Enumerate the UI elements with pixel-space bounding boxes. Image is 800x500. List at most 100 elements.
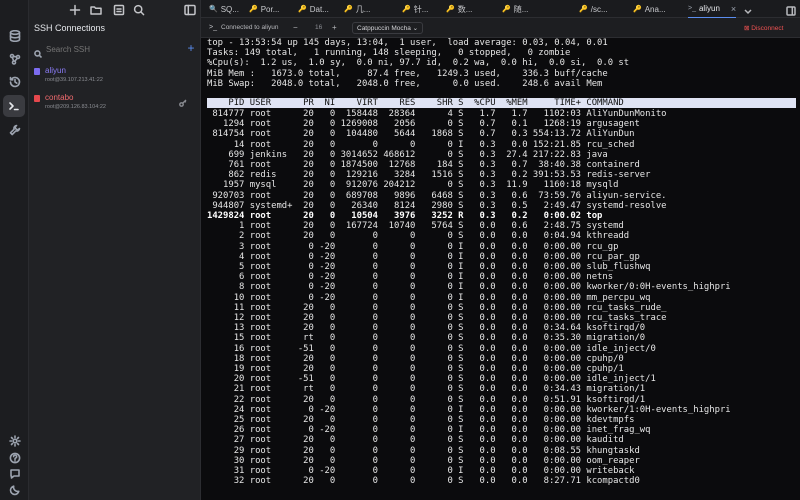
process-row: 5 root 0 -20 0 0 0 I 0.0 0.0 0:00.00 slu…	[207, 262, 651, 272]
top-swap-line: MiB Swap: 2048.0 total, 2048.0 free, 0.0…	[207, 78, 603, 89]
process-row: 1957 mysql 20 0 912076 204212 0 S 0.3 11…	[207, 180, 619, 191]
process-row: 6 root 0 -20 0 0 0 I 0.0 0.0 0:00.00 net…	[207, 272, 614, 283]
activity-rail	[0, 0, 29, 500]
new-icon[interactable]	[69, 3, 81, 16]
process-row: 14 root 20 0 0 0 0 I 0.3 0.0 152:21.85 r…	[207, 139, 635, 150]
key-icon: 🔑	[579, 6, 588, 13]
theme-icon[interactable]	[7, 482, 22, 497]
tab-bar: 🔍 SQ... 🔑 Por... 🔑 Dat... 🔑 几... 🔑 针... 🔑 数...…	[201, 0, 800, 18]
process-row: 31 root 0 -20 0 0 0 I 0.0 0.0 0:00.00 wr…	[207, 466, 635, 476]
font-decrease-button[interactable]: −	[293, 23, 298, 32]
chevron-down-icon[interactable]	[743, 3, 753, 15]
key-icon: 🔑	[446, 6, 455, 13]
tab-aliyun[interactable]: >_ aliyun ×	[688, 0, 736, 18]
terminal-output[interactable]: top - 13:53:54 up 145 days, 13:04, 1 use…	[201, 38, 800, 500]
key-icon: 🔑	[298, 6, 307, 13]
process-row: 13 root 20 0 0 0 0 S 0.0 0.0 0:34.64 kso…	[207, 323, 646, 334]
process-row: 3 root 0 -20 0 0 0 I 0.0 0.0 0:00.00 rcu…	[207, 241, 619, 252]
process-row: 944807 systemd+ 20 0 26340 8124 2980 S 0…	[207, 200, 667, 211]
tab-4[interactable]: 🔑 针...	[402, 0, 450, 18]
connection-name: contabo	[45, 93, 74, 102]
process-row: 18 root 20 0 0 0 0 S 0.0 0.0 0:00.00 cpu…	[207, 353, 624, 364]
process-row: 862 redis 20 0 129216 3284 1516 S 0.3 0.…	[207, 170, 651, 181]
server-icon	[34, 68, 40, 75]
history-icon[interactable]	[7, 74, 22, 89]
connection-address: root@39.107.213.41:22	[45, 77, 103, 83]
key-icon: 🔑	[633, 6, 642, 13]
process-row: 29 root 20 0 0 0 0 S 0.0 0.0 0:08.55 khu…	[207, 445, 640, 456]
network-icon[interactable]	[7, 51, 22, 66]
terminal-icon[interactable]	[3, 95, 25, 117]
terminal-icon: >_	[209, 24, 217, 31]
font-increase-button[interactable]: +	[332, 23, 337, 32]
process-row: 2 root 20 0 0 0 0 S 0.0 0.0 0:04.94 kthr…	[207, 231, 630, 242]
top-summary-line: top - 13:53:54 up 145 days, 13:04, 1 use…	[207, 38, 608, 48]
process-row: 4 root 0 -20 0 0 0 I 0.0 0.0 0:00.00 rcu…	[207, 251, 640, 262]
theme-select-value: Catppuccin Mocha	[357, 25, 411, 32]
key-icon: 🔑	[502, 6, 511, 13]
wrench-icon[interactable]	[7, 122, 22, 137]
chat-icon[interactable]	[7, 466, 22, 481]
ssh-search-input[interactable]	[34, 42, 184, 56]
process-row: 25 root 20 0 0 0 0 S 0.0 0.0 0:00.00 kde…	[207, 415, 635, 425]
process-row: 1 root 20 0 167724 10740 5764 S 0.0 0.6 …	[207, 221, 624, 232]
folder-icon[interactable]	[90, 3, 102, 15]
process-row: 8 root 0 -20 0 0 0 I 0.0 0.0 0:00.00 kwo…	[207, 282, 731, 293]
search-icon: 🔍	[209, 6, 218, 13]
process-row: 814777 root 20 0 158448 28364 4 S 1.7 1.…	[207, 109, 667, 119]
process-row: 21 root rt 0 0 0 0 S 0.0 0.0 0:34.43 mig…	[207, 384, 646, 395]
connection-item-aliyun[interactable]: aliyun root@39.107.213.41:22	[31, 64, 199, 86]
tab-5[interactable]: 🔑 数...	[446, 0, 494, 18]
settings-icon[interactable]	[7, 433, 22, 448]
key-icon: 🔑	[402, 6, 411, 13]
process-row: 24 root 0 -20 0 0 0 I 0.0 0.0 0:00.00 kw…	[207, 404, 731, 415]
tab-6[interactable]: 🔑 随...	[502, 0, 550, 18]
process-row: 10 root 0 -20 0 0 0 I 0.0 0.0 0:00.00 mm…	[207, 292, 651, 303]
process-row: 12 root 20 0 0 0 0 S 0.0 0.0 0:00.00 rcu…	[207, 313, 667, 323]
help-icon[interactable]	[7, 450, 22, 465]
process-row: 16 root -51 0 0 0 0 S 0.0 0.0 0:00.00 id…	[207, 343, 656, 354]
server-icon	[34, 95, 40, 102]
connection-address: root@209.126.83.104:22	[45, 104, 106, 110]
sidebar-toggle-icon[interactable]	[184, 3, 196, 16]
tab-port[interactable]: 🔑 Por...	[249, 0, 297, 18]
process-row: 814754 root 20 0 104480 5644 1868 S 0.7 …	[207, 129, 635, 140]
sidebar-toolbar	[29, 0, 201, 18]
tab-sql[interactable]: 🔍 SQ...	[209, 0, 253, 18]
tab-7[interactable]: 🔑/sc...	[579, 0, 627, 18]
close-icon[interactable]: ×	[731, 4, 736, 14]
connection-status: Connected to aliyun	[221, 24, 279, 31]
key-icon[interactable]	[179, 94, 188, 107]
font-size-value: 16	[315, 24, 323, 31]
theme-select[interactable]: Catppuccin Mocha ⌄	[352, 22, 424, 34]
process-row: 1294 root 20 0 1269008 2056 0 S 0.7 0.1 …	[207, 119, 640, 130]
process-row: 26 root 0 -20 0 0 0 I 0.0 0.0 0:00.00 in…	[207, 425, 651, 436]
process-table-header: PID USER PR NI VIRT RES SHR S %CPU %MEM …	[207, 98, 796, 108]
terminal-icon: >_	[688, 5, 696, 12]
terminal-toolbar: >_ Connected to aliyun − 16 + Catppuccin…	[201, 18, 800, 38]
ssh-sidebar: SSH Connections + aliyun root@39.107.213…	[29, 0, 201, 500]
import-icon[interactable]	[113, 3, 125, 16]
search-icon[interactable]	[133, 3, 145, 16]
process-row: 20 root -51 0 0 0 0 S 0.0 0.0 0:00.00 id…	[207, 374, 656, 385]
tab-3[interactable]: 🔑 几...	[344, 0, 392, 18]
process-row: 699 jenkins 20 0 3014652 468612 0 S 0.3 …	[207, 149, 608, 160]
connection-name: aliyun	[45, 66, 66, 75]
panel-toggle-icon[interactable]	[786, 3, 796, 16]
process-row: 22 root 20 0 0 0 0 S 0.0 0.0 0:51.91 kso…	[207, 394, 646, 405]
tab-dat[interactable]: 🔑 Dat...	[298, 0, 346, 18]
key-icon: 🔑	[344, 6, 353, 13]
process-row: 19 root 20 0 0 0 0 S 0.0 0.0 0:00.00 cpu…	[207, 364, 624, 374]
tab-8[interactable]: 🔑 Ana...	[633, 0, 681, 18]
key-icon: 🔑	[249, 6, 258, 13]
process-row: 761 root 20 0 1874500 12768 184 S 0.3 0.…	[207, 160, 640, 170]
connection-item-contabo[interactable]: contabo root@209.126.83.104:22	[31, 91, 199, 113]
process-row: 920703 root 20 0 689708 9896 6468 S 0.3 …	[207, 190, 667, 201]
disconnect-button[interactable]: ⊠ Disconnect	[744, 24, 783, 32]
top-tasks-line: Tasks: 149 total, 1 running, 148 sleepin…	[207, 48, 571, 59]
add-connection-button[interactable]: +	[186, 42, 196, 54]
sidebar-title: SSH Connections	[34, 23, 106, 33]
process-row: 30 root 20 0 0 0 0 S 0.0 0.0 0:00.00 oom…	[207, 455, 640, 466]
database-icon[interactable]	[7, 28, 22, 43]
process-row: 1429824 root 20 0 10504 3976 3252 R 0.3 …	[207, 211, 603, 221]
